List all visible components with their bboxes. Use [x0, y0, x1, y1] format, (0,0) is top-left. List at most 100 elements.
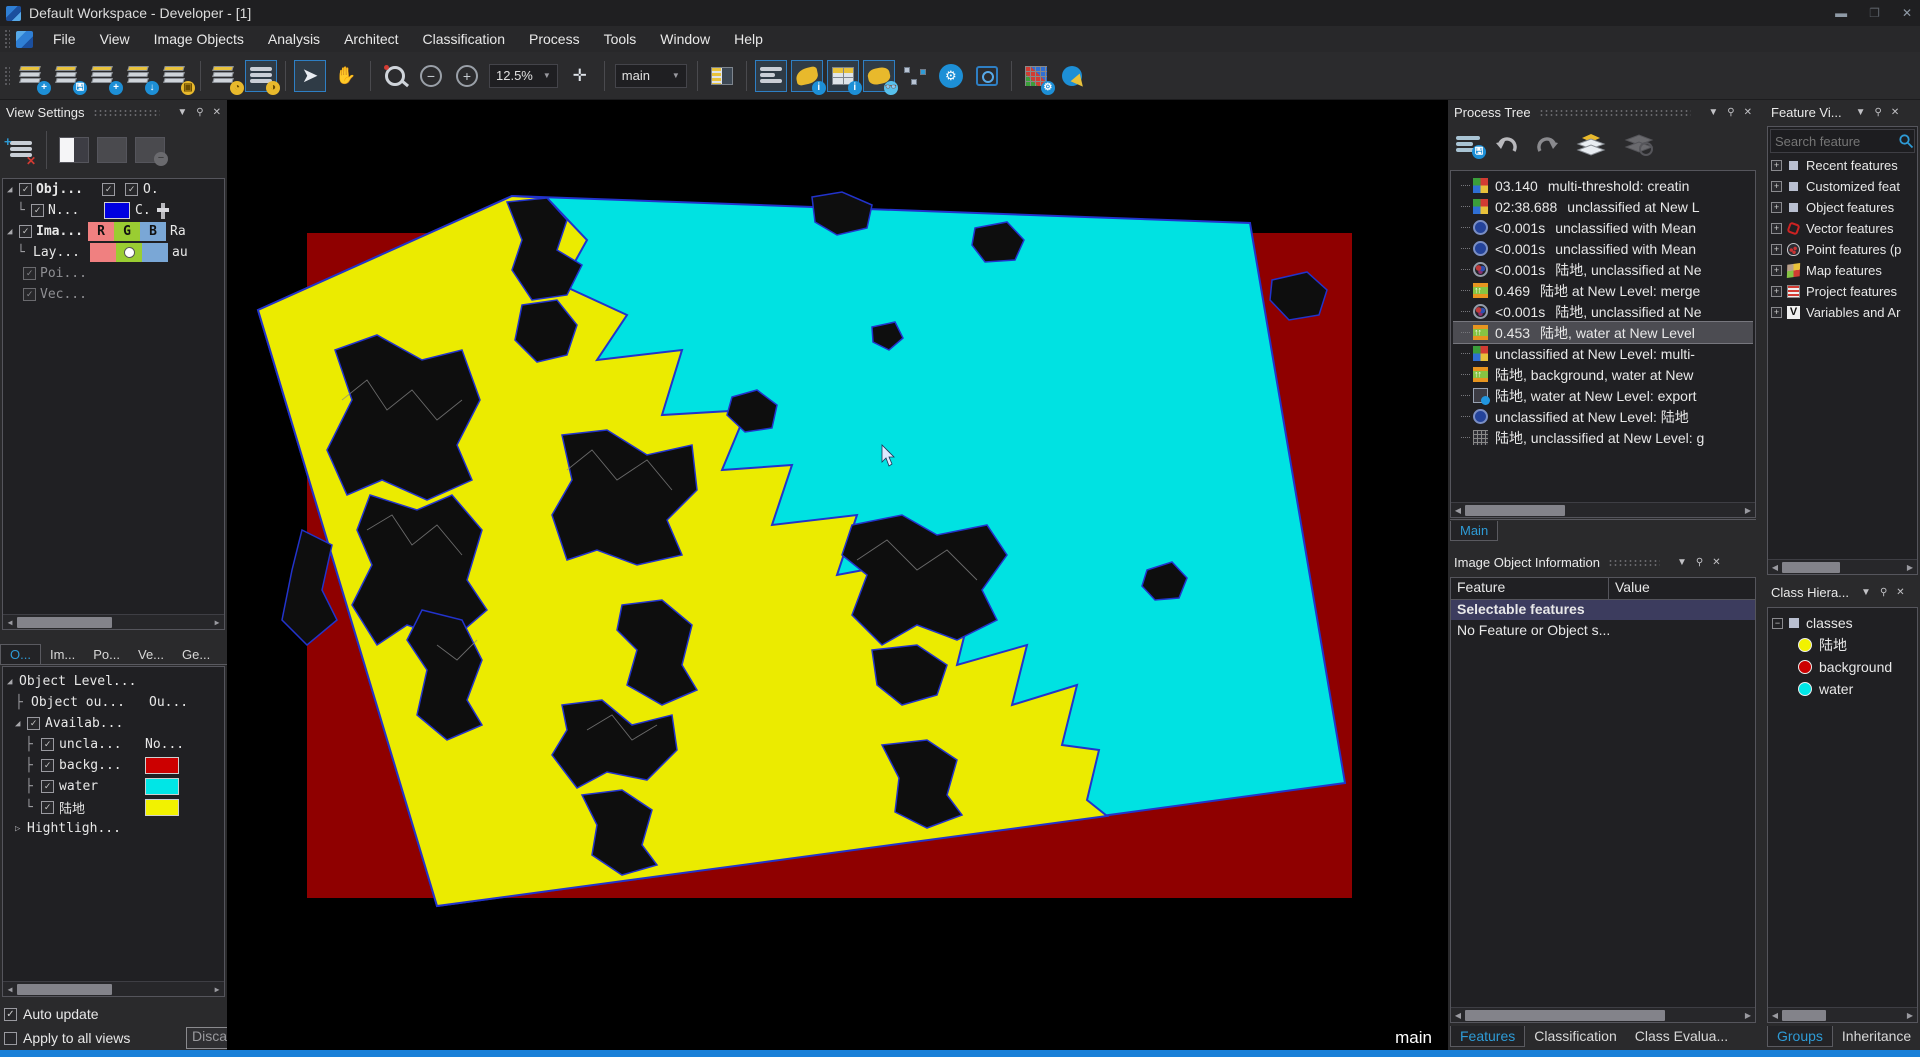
tree-row-outlines[interactable]: └ ✓ N... C. [3, 200, 224, 221]
dropdown-arrow-icon[interactable]: ▼ [1856, 107, 1866, 118]
checkbox[interactable]: ✓ [41, 801, 54, 814]
checkbox[interactable]: ✓ [23, 288, 36, 301]
pin-icon[interactable]: ⚲ [1874, 107, 1881, 118]
plus-expander-icon[interactable]: + [1771, 160, 1782, 171]
feature-group-object[interactable]: + Object features [1768, 197, 1917, 218]
tree-row-vector[interactable]: ✓ Vec... [3, 284, 224, 305]
drag-handle[interactable] [1539, 109, 1692, 116]
import-scene-button[interactable]: ↓ [124, 60, 156, 92]
close-icon[interactable]: ✕ [1744, 107, 1752, 118]
feature-group-variables[interactable]: + V Variables and Ar [1768, 302, 1917, 323]
process-row[interactable]: 03.140multi-threshold: creatin [1453, 175, 1753, 196]
plus-expander-icon[interactable]: + [1771, 286, 1782, 297]
plus-expander-icon[interactable]: + [1771, 223, 1782, 234]
comparison-view-button[interactable]: − [135, 137, 165, 163]
tab-groups[interactable]: Groups [1767, 1026, 1833, 1047]
expander-icon[interactable]: ◢ [7, 185, 19, 195]
menu-tools[interactable]: Tools [592, 28, 649, 50]
cursor-tool-button[interactable]: ➤ [294, 60, 326, 92]
edit-level-list-button[interactable]: + ✕ [4, 134, 38, 166]
plus-expander-icon[interactable]: + [1771, 265, 1782, 276]
class-color-swatch[interactable] [145, 778, 179, 795]
settings-gear-button[interactable]: ⚙ [935, 60, 967, 92]
zoom-in-button[interactable]: + [451, 60, 483, 92]
manual-edit-button[interactable] [1056, 60, 1088, 92]
feature-search-box[interactable] [1770, 129, 1915, 153]
open-workspace-button[interactable]: ▣ [160, 60, 192, 92]
checkbox[interactable]: ✓ [19, 183, 32, 196]
blue-channel-cell[interactable]: B [140, 222, 166, 241]
class-row-background[interactable]: background [1768, 656, 1917, 678]
layer-b-cell[interactable] [142, 243, 168, 262]
classes-root-row[interactable]: − classes [1768, 612, 1917, 634]
view-classification-button[interactable]: i [791, 60, 823, 92]
horizontal-scrollbar[interactable]: ◀ ▶ [3, 614, 224, 629]
checkbox[interactable]: ✓ [23, 267, 36, 280]
redo-icon[interactable] [1534, 133, 1560, 157]
close-icon[interactable]: ✕ [1896, 587, 1904, 598]
tree-row-highlight[interactable]: ▷ Hightligh... [3, 818, 224, 839]
search-input[interactable] [1771, 134, 1898, 149]
process-row[interactable]: <0.001s陆地, unclassified at Ne [1453, 259, 1753, 280]
scrollbar-thumb[interactable] [1782, 1010, 1826, 1021]
horizontal-scrollbar[interactable]: ◀ ▶ [1768, 1007, 1917, 1022]
tab-features[interactable]: Features [1450, 1026, 1525, 1047]
checkbox[interactable]: ✓ [41, 738, 54, 751]
scrollbar-thumb[interactable] [1465, 505, 1565, 516]
process-row[interactable]: 陆地, unclassified at New Level: g [1453, 427, 1753, 448]
menu-process[interactable]: Process [517, 28, 592, 50]
plus-expander-icon[interactable]: + [1771, 202, 1782, 213]
process-row[interactable]: <0.001sunclassified with Mean [1453, 217, 1753, 238]
drag-handle[interactable] [93, 109, 161, 116]
checkbox[interactable]: ✓ [102, 183, 115, 196]
horizontal-scrollbar[interactable]: ◀ ▶ [1768, 559, 1917, 574]
side-by-side-view-button[interactable] [97, 137, 127, 163]
process-row-selected[interactable]: 0.453陆地, water at New Level [1453, 322, 1753, 343]
drag-handle[interactable] [1608, 559, 1660, 566]
tree-row-layer[interactable]: └ Lay... au [3, 242, 224, 263]
menu-help[interactable]: Help [722, 28, 775, 50]
checkbox[interactable]: ✓ [125, 183, 138, 196]
undo-icon[interactable] [1494, 133, 1520, 157]
process-row[interactable]: unclassified at New Level: multi- [1453, 343, 1753, 364]
feature-group-vector[interactable]: + Vector features [1768, 218, 1917, 239]
process-row[interactable]: <0.001s陆地, unclassified at Ne [1453, 301, 1753, 322]
tree-row-object-level[interactable]: ◢ Object Level... [3, 671, 224, 692]
split-view-button[interactable] [706, 60, 738, 92]
pan-tool-button[interactable]: ✋ [330, 60, 362, 92]
process-row[interactable]: <0.001sunclassified with Mean [1453, 238, 1753, 259]
apply-all-checkbox[interactable] [4, 1032, 17, 1045]
menu-image-objects[interactable]: Image Objects [142, 28, 256, 50]
dropdown-arrow-icon[interactable]: ▼ [1708, 107, 1718, 118]
checkbox[interactable]: ✓ [41, 759, 54, 772]
dropdown-arrow-icon[interactable]: ▼ [1677, 557, 1687, 568]
menu-architect[interactable]: Architect [332, 28, 410, 50]
zoom-level-select[interactable]: 12.5%▼ [489, 64, 558, 88]
outline-color-swatch[interactable] [104, 202, 130, 219]
pin-icon[interactable]: ⚲ [1696, 557, 1703, 568]
single-view-button[interactable] [59, 137, 89, 163]
zoom-window-button[interactable] [971, 60, 1003, 92]
menu-classification[interactable]: Classification [411, 28, 517, 50]
dropdown-arrow-icon[interactable]: ▼ [1861, 587, 1871, 598]
process-row[interactable]: unclassified at New Level: 陆地 [1453, 406, 1753, 427]
auto-update-checkbox[interactable]: ✓ [4, 1008, 17, 1021]
layer-mixing-button[interactable]: ◑ [245, 60, 277, 92]
feature-group-point[interactable]: + Point features (p [1768, 239, 1917, 260]
zoom-area-button[interactable] [379, 60, 411, 92]
close-icon[interactable]: ✕ [1902, 6, 1912, 20]
delete-levels-icon[interactable] [1622, 132, 1656, 158]
feature-group-project[interactable]: + Project features [1768, 281, 1917, 302]
menu-file[interactable]: File [41, 28, 88, 50]
discard-button[interactable]: Discard [186, 1027, 227, 1049]
process-row[interactable]: 陆地, water at New Level: export [1453, 385, 1753, 406]
tab-image-layers[interactable]: Im... [41, 645, 84, 664]
close-icon[interactable]: ✕ [1891, 107, 1899, 118]
tab-class-evaluation[interactable]: Class Evalua... [1626, 1026, 1737, 1046]
pin-icon[interactable]: ⚲ [196, 107, 203, 118]
pin-icon[interactable]: ⚲ [1880, 587, 1887, 598]
checkbox[interactable]: ✓ [27, 717, 40, 730]
view-samples-button[interactable]: 👓 [863, 60, 895, 92]
run-processes-icon[interactable] [1574, 132, 1608, 158]
scrollbar-thumb[interactable] [1782, 562, 1840, 573]
